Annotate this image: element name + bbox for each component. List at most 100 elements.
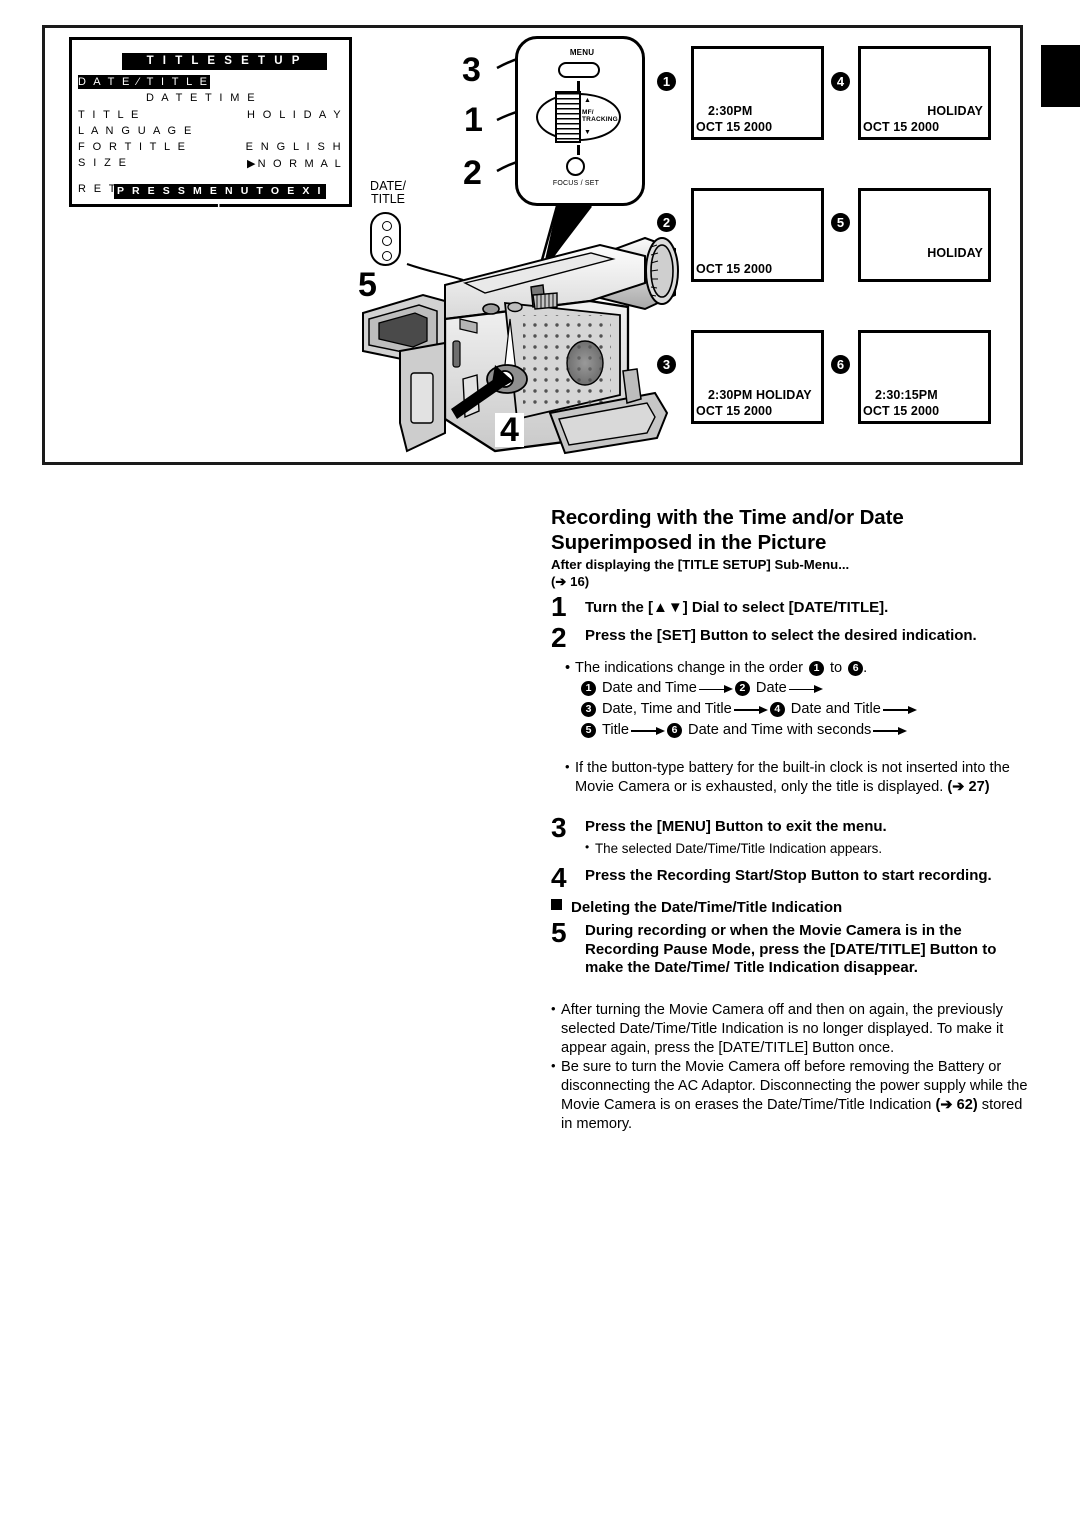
step-4-number: 4 bbox=[551, 861, 567, 893]
control-callout-balloon: MENU ▲ MF/ TRACKING ▼ FOCUS / SET bbox=[515, 36, 645, 206]
section-heading: Deleting the Date/Time/Title Indication bbox=[551, 899, 1031, 916]
battery-note-text: If the button-type battery for the built… bbox=[575, 759, 1010, 795]
order-label-4: Date and Title bbox=[790, 701, 881, 718]
bullet-dot-icon: • bbox=[565, 758, 570, 774]
jog-down-arrow-icon: ▼ bbox=[584, 129, 592, 136]
inline-marker-1: 1 bbox=[808, 660, 824, 676]
final-note-2: • Be sure to turn the Movie Camera off b… bbox=[551, 1058, 1031, 1134]
arrow-right-icon bbox=[881, 702, 919, 716]
focus-set-label: FOCUS / SET bbox=[552, 180, 600, 187]
osd-row-date-title[interactable]: D A T E ⁄ T I T L E bbox=[78, 75, 211, 89]
indication-order-block: • The indications change in the order 1 … bbox=[565, 658, 1031, 741]
screen-1-line-2: OCT 15 2000 bbox=[696, 120, 773, 134]
order-label-6: Date and Time with seconds bbox=[688, 721, 872, 738]
step-3-text: Press the [MENU] Button to exit the menu… bbox=[585, 817, 887, 835]
order-label-2: Date bbox=[755, 680, 787, 697]
osd-row-date-time-value: D A T E T I M E bbox=[146, 92, 257, 104]
arrow-right-icon bbox=[697, 682, 735, 696]
osd-row-for-title-value: E N G L I S H bbox=[245, 141, 343, 153]
final-note-2-reference: (➔ 62) bbox=[935, 1097, 978, 1114]
indication-screen-4: HOLIDAY OCT 15 2000 bbox=[858, 46, 991, 140]
callout-number-2: 2 bbox=[463, 154, 482, 192]
screen-3-line-2: OCT 15 2000 bbox=[696, 404, 773, 418]
manual-page: T I T L E S E T U P D A T E ⁄ T I T L E … bbox=[0, 0, 1080, 1526]
order-marker-4: 4 bbox=[769, 701, 785, 717]
menu-button[interactable] bbox=[558, 62, 600, 78]
step-1: 1 Turn the [▲▼] Dial to select [DATE/TIT… bbox=[551, 591, 1031, 623]
callout-number-1: 1 bbox=[464, 101, 483, 139]
screen-5-line-1: HOLIDAY bbox=[927, 246, 983, 260]
indication-order-to: to bbox=[829, 659, 843, 676]
osd-row-size-value: ▶N O R M A L bbox=[247, 158, 343, 170]
arrow-right-icon bbox=[871, 723, 909, 737]
battery-note: • If the button-type battery for the bui… bbox=[565, 759, 1031, 797]
menu-button-label: MENU bbox=[569, 48, 595, 57]
indication-order-row-1: 1 Date and Time 2 Date bbox=[581, 678, 1031, 699]
section-heading-text: Deleting the Date/Time/Title Indication bbox=[571, 899, 843, 917]
screen-6-line-2: OCT 15 2000 bbox=[863, 404, 940, 418]
jog-up-arrow-icon: ▲ bbox=[584, 97, 592, 104]
bullet-dot-icon: • bbox=[551, 1001, 556, 1017]
screen-marker-2: 2 bbox=[657, 213, 676, 232]
page-title-line-2: Superimposed in the Picture bbox=[551, 531, 827, 555]
bullet-dot-icon: • bbox=[585, 840, 590, 855]
indication-screen-2: OCT 15 2000 bbox=[691, 188, 824, 282]
step-3: 3 Press the [MENU] Button to exit the me… bbox=[551, 813, 1031, 841]
indication-order-row-2: 3 Date, Time and Title 4 Date and Title bbox=[581, 699, 1031, 720]
final-note-1: • After turning the Movie Camera off and… bbox=[551, 1001, 1031, 1058]
screen-marker-1: 1 bbox=[657, 72, 676, 91]
step-5-text: During recording or when the Movie Camer… bbox=[585, 922, 997, 977]
battery-note-reference: (➔ 27) bbox=[947, 778, 990, 795]
order-marker-5: 5 bbox=[581, 722, 596, 738]
callout-number-4: 4 bbox=[495, 413, 524, 447]
step-3-bullet-text: The selected Date/Time/Title Indication … bbox=[595, 841, 883, 857]
menu-jog-connector bbox=[577, 81, 580, 91]
step-1-number: 1 bbox=[551, 591, 567, 623]
osd-footer-bar: P R E S S M E N U T O E X I T bbox=[114, 184, 326, 212]
screen-marker-3: 3 bbox=[657, 355, 676, 374]
sub-heading: After displaying the [TITLE SETUP] Sub-M… bbox=[551, 557, 1031, 591]
page-edge-tab bbox=[1041, 45, 1080, 107]
bullet-dot-icon: • bbox=[565, 659, 571, 676]
step-3-bullet: • The selected Date/Time/Title Indicatio… bbox=[585, 840, 1031, 857]
final-notes: • After turning the Movie Camera off and… bbox=[551, 1001, 1031, 1134]
jog-focus-connector bbox=[577, 145, 580, 155]
order-label-1: Date and Time bbox=[602, 680, 697, 697]
arrow-right-icon bbox=[732, 702, 770, 716]
screen-2-line-2: OCT 15 2000 bbox=[696, 262, 773, 276]
osd-title-bar: T I T L E S E T U P bbox=[122, 53, 327, 70]
indication-order-intro: • The indications change in the order 1 … bbox=[565, 658, 1031, 679]
focus-set-button[interactable] bbox=[566, 157, 585, 176]
order-label-3: Date, Time and Title bbox=[602, 701, 732, 718]
screen-marker-4: 4 bbox=[831, 72, 850, 91]
screen-marker-6: 6 bbox=[831, 355, 850, 374]
bullet-dot-icon: • bbox=[551, 1058, 556, 1074]
step-5-number: 5 bbox=[551, 917, 567, 949]
osd-row-date-title-label: D A T E ⁄ T I T L E bbox=[78, 75, 211, 89]
osd-row-size-label[interactable]: S I Z E bbox=[78, 157, 128, 169]
step-1-text: Turn the [▲▼] Dial to select [DATE/TITLE… bbox=[585, 599, 889, 617]
indication-order-row-3: 5 Title 6 Date and Time with seconds bbox=[581, 720, 1031, 741]
step-2-number: 2 bbox=[551, 621, 567, 653]
order-marker-6: 6 bbox=[667, 722, 683, 738]
camcorder-illustration bbox=[362, 236, 679, 455]
indication-order-intro-text: The indications change in the order bbox=[575, 659, 803, 676]
osd-row-for-title-label[interactable]: F O R T I T L E bbox=[78, 141, 187, 153]
indication-screen-3: 2:30PM HOLIDAY OCT 15 2000 bbox=[691, 330, 824, 424]
jog-dial-label: MF/ TRACKING bbox=[582, 109, 618, 123]
order-marker-2: 2 bbox=[734, 681, 750, 697]
osd-row-title-label[interactable]: T I T L E bbox=[78, 109, 141, 121]
section-square-icon bbox=[551, 899, 562, 911]
jog-dial[interactable] bbox=[555, 91, 581, 143]
page-title-line-1: Recording with the Time and/or Date bbox=[551, 506, 904, 529]
osd-row-title-value: H O L I D A Y bbox=[246, 109, 343, 121]
article-body: Recording with the Time and/or Date Supe… bbox=[551, 505, 1031, 1134]
osd-row-language-label[interactable]: L A N G U A G E bbox=[78, 125, 194, 137]
step-2-text: Press the [SET] Button to select the des… bbox=[585, 626, 977, 644]
step-4-text: Press the Recording Start/Stop Button to… bbox=[585, 866, 992, 884]
screen-4-line-2: OCT 15 2000 bbox=[863, 120, 940, 134]
arrow-right-icon bbox=[787, 682, 825, 696]
page-title: Recording with the Time and/or Date Supe… bbox=[551, 505, 1031, 555]
indication-screen-5: HOLIDAY bbox=[858, 188, 991, 282]
sub-heading-line-1: After displaying the [TITLE SETUP] Sub-M… bbox=[551, 557, 850, 573]
